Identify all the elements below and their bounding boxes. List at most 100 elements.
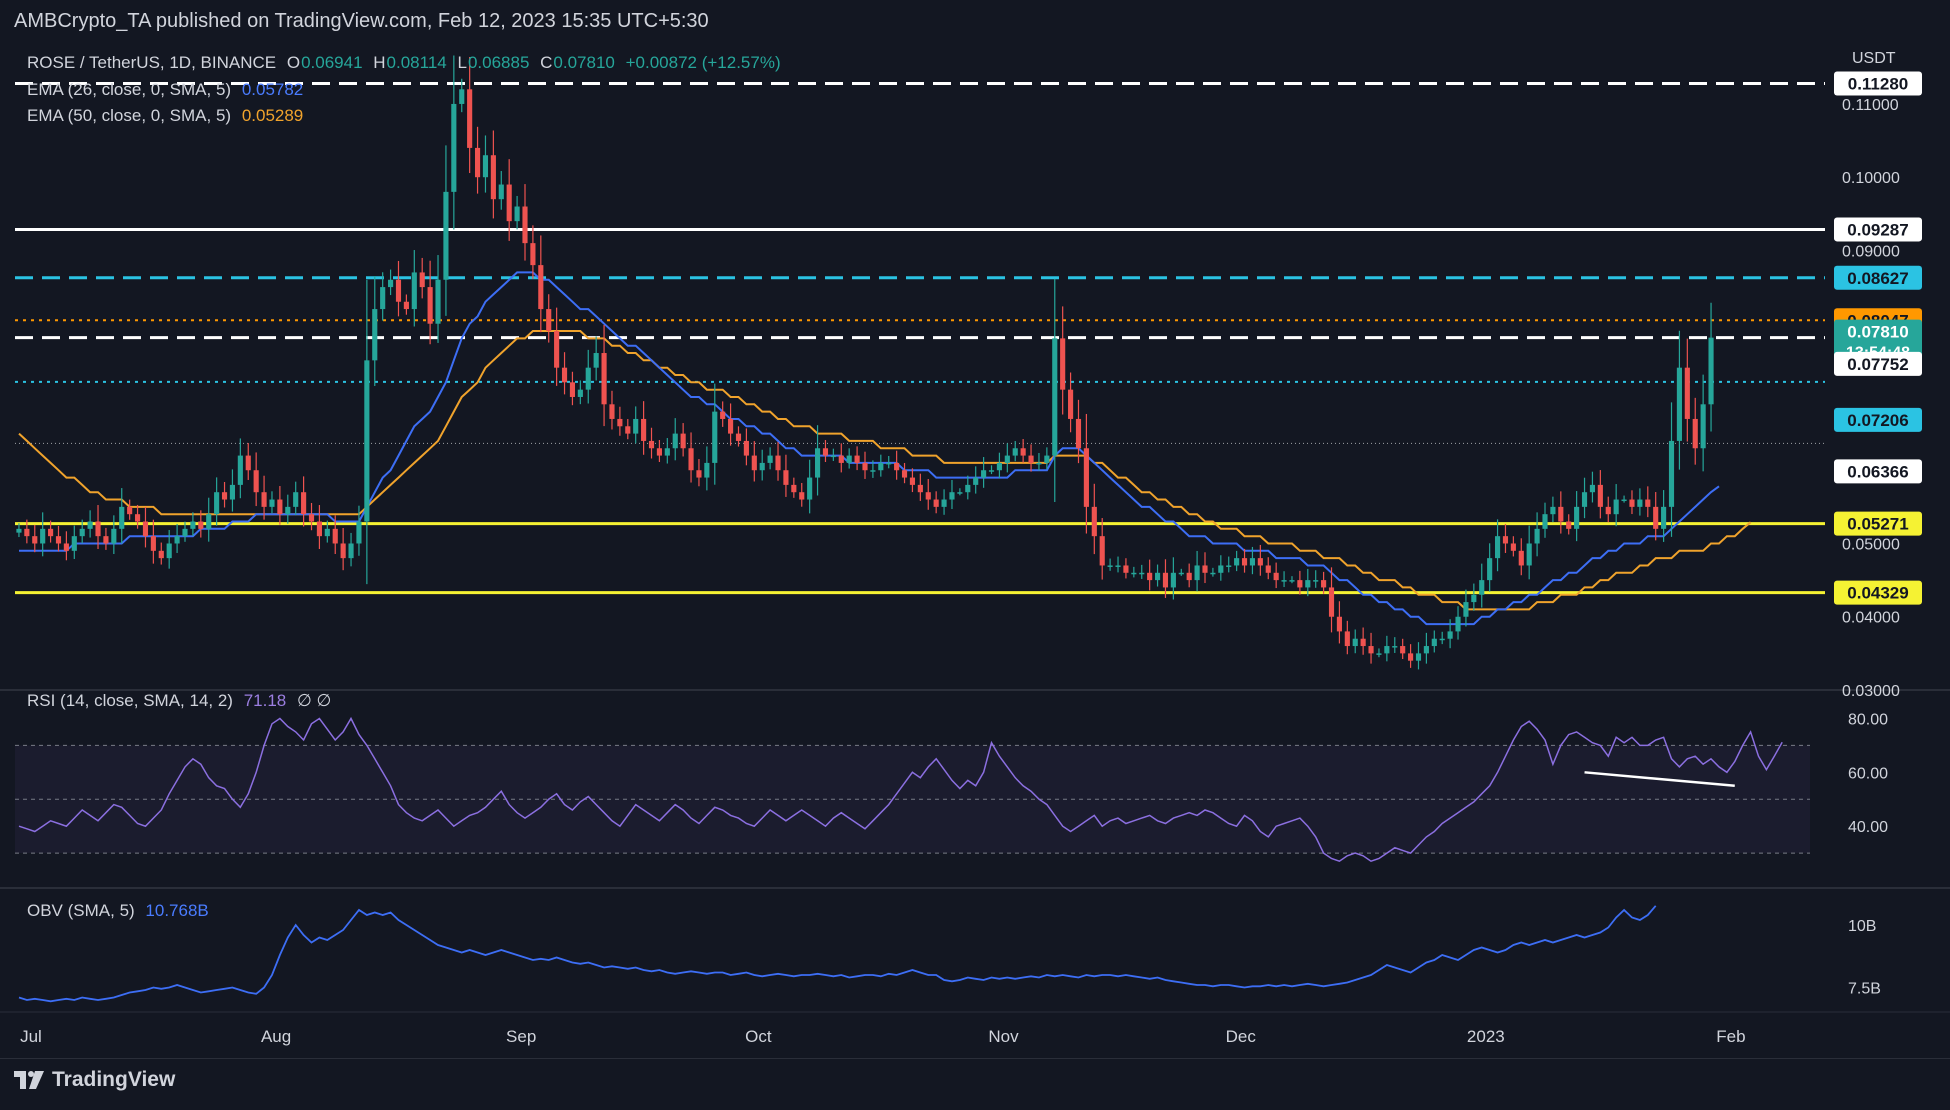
rsi-legend[interactable]: RSI (14, close, SMA, 14, 2) 71.18 ∅ ∅ bbox=[27, 691, 337, 711]
candle-body bbox=[395, 279, 402, 302]
tradingview-logo[interactable]: TradingView bbox=[14, 1068, 175, 1092]
price-tick-label: 0.10000 bbox=[1842, 170, 1900, 187]
candle-body bbox=[372, 309, 378, 361]
candle-body bbox=[253, 470, 259, 493]
candle-body bbox=[229, 484, 236, 500]
candle-body bbox=[142, 521, 149, 537]
candle-body bbox=[380, 287, 386, 310]
candle-body bbox=[664, 448, 670, 456]
candle-body bbox=[403, 301, 409, 310]
candle-body bbox=[1439, 638, 1445, 641]
candle-body bbox=[1423, 646, 1429, 654]
ema50-legend[interactable]: EMA (50, close, 0, SMA, 5) 0.05289 bbox=[27, 106, 309, 126]
time-tick-label: Aug bbox=[261, 1027, 291, 1046]
high-value: 0.08114 bbox=[386, 53, 447, 72]
candle-body bbox=[1249, 558, 1256, 566]
candle-body bbox=[1186, 572, 1192, 581]
ema26-line bbox=[19, 271, 1720, 626]
candle-body bbox=[127, 506, 133, 515]
candle-body bbox=[1676, 367, 1682, 441]
candle-body bbox=[712, 411, 718, 463]
price-tag-label: 0.07752 bbox=[1847, 355, 1908, 374]
time-tick-label: Feb bbox=[1716, 1027, 1745, 1046]
candle-body bbox=[1202, 565, 1208, 573]
chart-canvas[interactable]: 0.110000.100000.090000.060000.050000.040… bbox=[0, 0, 1950, 1058]
candle-body bbox=[1597, 484, 1603, 507]
ema26-value: 0.05782 bbox=[241, 80, 304, 99]
candle-body bbox=[601, 353, 607, 405]
candle-body bbox=[103, 536, 109, 544]
candle-body bbox=[1692, 418, 1698, 449]
candle-body bbox=[388, 279, 394, 288]
footer-bar bbox=[0, 1058, 1950, 1110]
candle-body bbox=[704, 462, 710, 478]
candle-body bbox=[783, 470, 789, 485]
candle-body bbox=[1400, 646, 1406, 654]
candle-body bbox=[814, 448, 821, 478]
candle-body bbox=[577, 389, 583, 397]
candle-body bbox=[680, 433, 686, 449]
candle-body bbox=[1408, 653, 1414, 661]
candle-body bbox=[1368, 646, 1374, 654]
candle-body bbox=[1621, 499, 1627, 502]
candle-body bbox=[316, 521, 322, 537]
candle-body bbox=[1542, 514, 1548, 529]
currency-label: USDT bbox=[1852, 50, 1896, 67]
candle-body bbox=[1352, 638, 1358, 647]
candle-body bbox=[838, 455, 844, 463]
candle-body bbox=[1502, 536, 1509, 544]
candle-body bbox=[633, 418, 639, 434]
candle-body bbox=[1060, 338, 1066, 390]
candle-body bbox=[419, 272, 425, 288]
candle-body bbox=[119, 506, 125, 529]
candle-body bbox=[1115, 565, 1121, 567]
candle-body bbox=[917, 484, 923, 493]
price-tag-label: 0.11280 bbox=[1848, 74, 1909, 93]
candle-body bbox=[1526, 543, 1532, 566]
symbol-name[interactable]: ROSE / TetherUS, 1D, BINANCE bbox=[27, 53, 276, 72]
change-value: +0.00872 (+12.57%) bbox=[625, 53, 781, 72]
obv-legend[interactable]: OBV (SMA, 5) 10.768B bbox=[27, 901, 215, 921]
candle-body bbox=[427, 287, 433, 324]
candle-body bbox=[1360, 638, 1366, 647]
candle-body bbox=[1684, 367, 1690, 419]
candle-body bbox=[625, 426, 631, 434]
candle-body bbox=[1305, 580, 1311, 588]
candle-body bbox=[261, 492, 267, 507]
candle-body bbox=[894, 462, 900, 471]
candle-body bbox=[1178, 572, 1184, 575]
price-tag-label: 0.08627 bbox=[1847, 269, 1908, 288]
candle-body bbox=[435, 279, 441, 324]
candle-body bbox=[1653, 506, 1659, 529]
price-tag-label: 0.07810 bbox=[1847, 323, 1908, 342]
candle-body bbox=[957, 492, 963, 494]
obv-label: OBV (SMA, 5) bbox=[27, 901, 135, 920]
candle-body bbox=[1321, 580, 1327, 588]
candle-body bbox=[301, 492, 307, 515]
candle-body bbox=[1147, 572, 1153, 581]
candle-body bbox=[490, 155, 496, 200]
candle-body bbox=[1028, 455, 1034, 463]
ema26-legend[interactable]: EMA (26, close, 0, SMA, 5) 0.05782 bbox=[27, 80, 309, 100]
candle-body bbox=[973, 477, 979, 485]
candle-body bbox=[1534, 528, 1540, 544]
candle-body bbox=[158, 550, 164, 559]
candle-body bbox=[1431, 638, 1437, 647]
candle-body bbox=[1415, 653, 1422, 661]
candle-body bbox=[1265, 565, 1271, 573]
candle-body bbox=[411, 272, 417, 310]
candle-body bbox=[1107, 565, 1113, 567]
time-tick-label: Oct bbox=[745, 1027, 772, 1046]
candle-body bbox=[886, 462, 892, 465]
candle-body bbox=[1052, 338, 1058, 456]
candle-body bbox=[696, 470, 702, 478]
candle-body bbox=[1447, 631, 1453, 639]
obv-tick-label: 10B bbox=[1848, 918, 1876, 935]
rsi-tick-label: 80.00 bbox=[1848, 711, 1888, 728]
candle-body bbox=[609, 404, 615, 419]
candle-body bbox=[1170, 572, 1176, 588]
candle-body bbox=[1289, 580, 1295, 582]
candle-body bbox=[1297, 580, 1303, 588]
candle-body bbox=[925, 492, 931, 500]
candle-body bbox=[720, 411, 726, 419]
